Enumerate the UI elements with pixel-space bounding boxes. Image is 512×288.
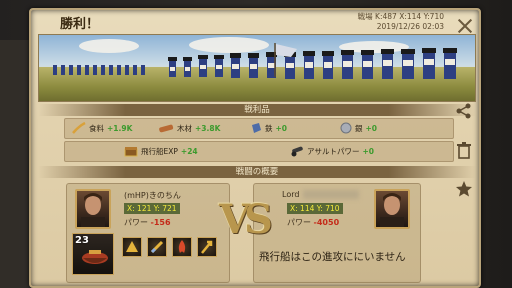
resource-label: 銀 <box>355 123 363 133</box>
iron-icon <box>252 123 261 133</box>
resource-iron: 鉄 +0 <box>250 122 287 134</box>
close-icon[interactable] <box>456 17 474 35</box>
resource-value: +1.9K <box>107 123 133 133</box>
reward-row <box>64 141 454 162</box>
skill-slot-3[interactable] <box>172 237 192 257</box>
power-label: パワー <box>124 218 148 227</box>
spoils-heading: 戦利品 <box>38 104 476 116</box>
reward-assault-power: アサルトパワー +0 <box>290 145 374 157</box>
attacker-coords[interactable]: X: 121 Y: 721 <box>124 203 180 214</box>
battle-location: 戦場 K:487 X:114 Y:710 <box>357 12 444 21</box>
battle-timestamp: 2019/12/26 02:03 <box>376 22 444 31</box>
battle-info: 戦場 K:487 X:114 Y:710 2019/12/26 02:03 <box>358 12 444 32</box>
resource-value: +0 <box>365 123 378 133</box>
attacker-name: (mHP)きのちん <box>124 191 181 200</box>
trash-icon[interactable] <box>455 141 473 159</box>
defender-power: パワー -4050 <box>287 217 339 228</box>
wing-skill-icon <box>126 241 138 252</box>
summary-heading: 戦闘の概要 <box>38 166 476 178</box>
defender-coords[interactable]: X: 114 Y: 710 <box>287 203 343 214</box>
skill-slot-4[interactable] <box>197 237 217 257</box>
reward-value: +0 <box>362 146 375 156</box>
reward-label: アサルトパワー <box>307 146 360 156</box>
battle-banner-image <box>38 34 476 102</box>
soldiers-illustration <box>53 43 457 79</box>
background-menu-strip <box>0 40 30 288</box>
defender-name: Lord <box>282 190 300 199</box>
silver-icon <box>340 122 352 134</box>
flame-skill-icon <box>178 240 186 253</box>
resource-value: +3.8K <box>195 123 221 133</box>
power-value: -156 <box>150 218 171 227</box>
resource-label: 鉄 <box>265 123 273 133</box>
power-value: -4050 <box>313 218 340 227</box>
resource-value: +0 <box>275 123 288 133</box>
resource-silver: 銀 +0 <box>340 122 377 134</box>
treasure-chest-icon <box>124 147 138 157</box>
reward-value: +24 <box>180 146 198 156</box>
airship-slot[interactable]: 23 <box>72 233 114 275</box>
resource-label: 木材 <box>177 123 192 133</box>
attacker-power: パワー -156 <box>124 217 171 228</box>
arrow-skill-icon <box>201 240 213 254</box>
defender-airship-note: 飛行船はこの進攻ににいません <box>259 251 406 263</box>
airship-level: 23 <box>75 235 89 246</box>
wood-icon <box>159 124 174 133</box>
reward-airship-exp: 飛行船EXP +24 <box>124 145 198 157</box>
skill-slot-1[interactable] <box>122 237 142 257</box>
versus-emblem: VS <box>219 196 273 243</box>
redacted-name <box>303 190 359 199</box>
resource-label: 食料 <box>89 123 104 133</box>
resource-food: 食料 +1.9K <box>72 122 132 134</box>
attacker-avatar[interactable] <box>75 189 111 229</box>
skill-slot-2[interactable] <box>147 237 167 257</box>
defender-avatar[interactable] <box>374 189 410 229</box>
power-label: パワー <box>287 218 311 227</box>
star-icon[interactable] <box>455 180 473 198</box>
sword-skill-icon <box>150 240 164 254</box>
cannon-icon <box>291 146 303 157</box>
share-icon[interactable] <box>455 102 473 120</box>
reward-label: 飛行船EXP <box>141 146 178 156</box>
report-title: 勝利！ <box>60 17 100 32</box>
resource-wood: 木材 +3.8K <box>158 122 220 134</box>
wheat-icon <box>72 122 86 134</box>
